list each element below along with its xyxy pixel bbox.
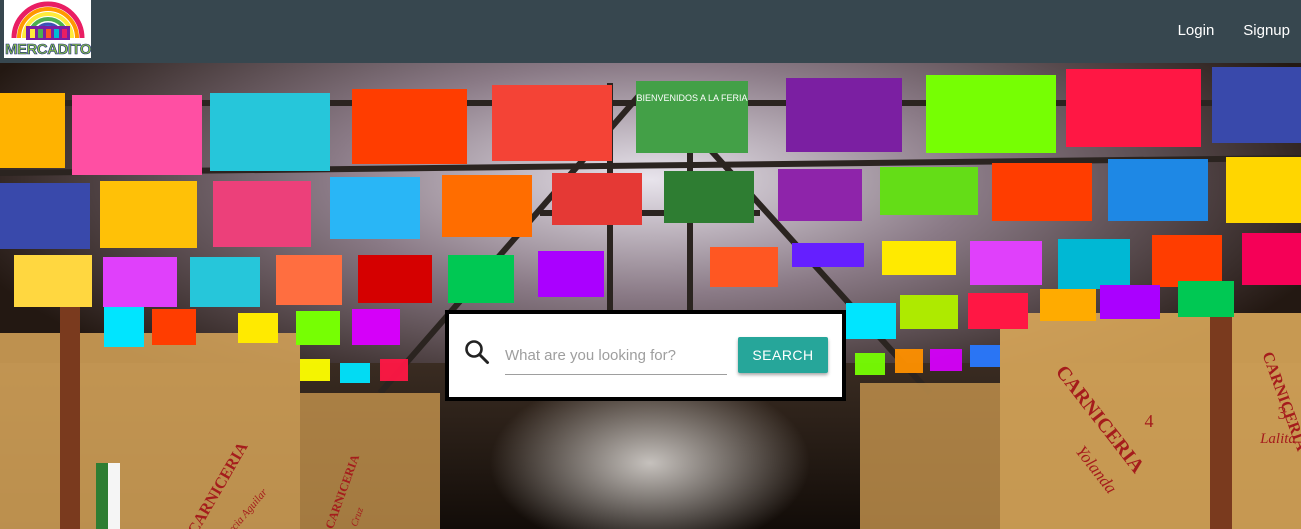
hero-image: CARNICERIA Garcia Aguilar CARNICERIA Cru… [0, 63, 1301, 529]
search-button[interactable]: SEARCH [738, 337, 828, 373]
search-icon[interactable] [464, 339, 490, 365]
top-navbar: MERCADITO Login Signup [0, 0, 1301, 63]
login-link[interactable]: Login [1178, 22, 1215, 39]
sign-right-number: 4 [1145, 411, 1154, 431]
search-panel: SEARCH [445, 310, 846, 401]
market-sun-icon [11, 1, 85, 40]
banner-text: BIENVENIDOS A LA FERIA [636, 93, 747, 103]
search-input[interactable] [505, 337, 727, 375]
sign-far-right-sub: Lalita [1259, 431, 1296, 447]
nav-links: Login Signup [1178, 22, 1290, 39]
logo-text: MERCADITO [5, 41, 91, 58]
signup-link[interactable]: Signup [1243, 22, 1290, 39]
sign-far-right-number: 3 [1278, 403, 1287, 423]
mercadito-logo[interactable]: MERCADITO [4, 0, 91, 58]
